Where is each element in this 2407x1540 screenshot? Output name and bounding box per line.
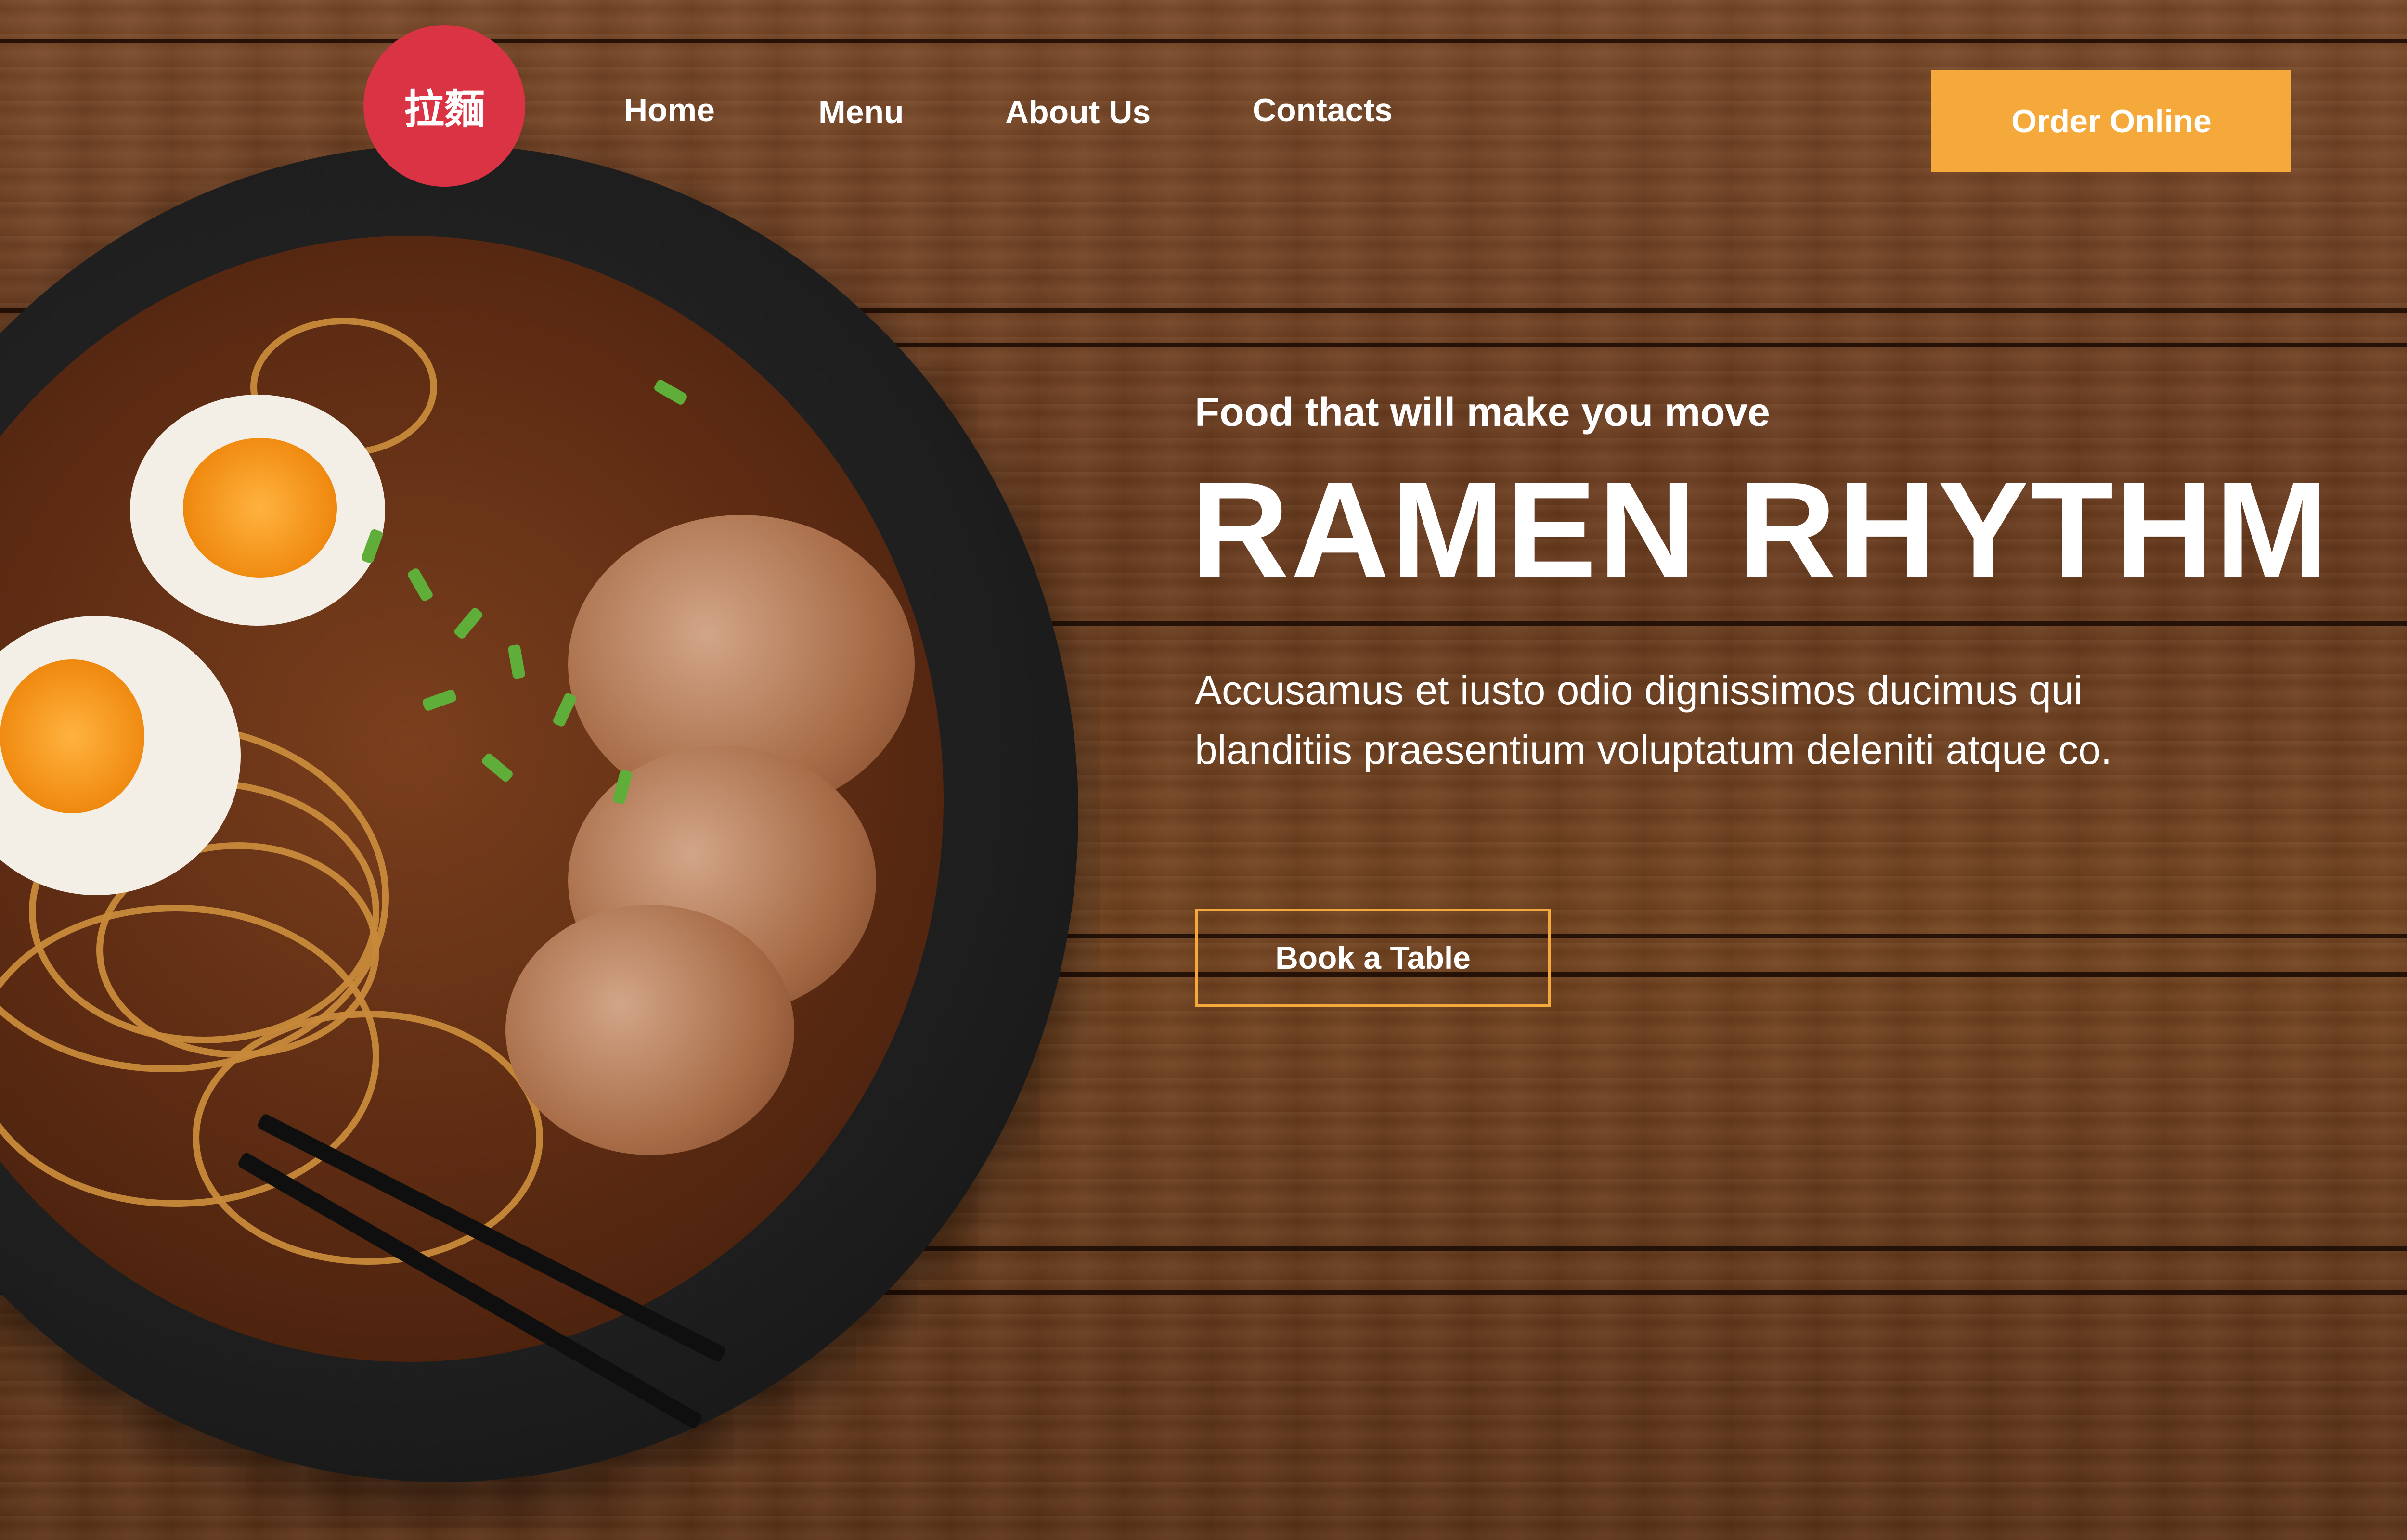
nav-item-about-us[interactable]: About Us bbox=[1005, 93, 1151, 131]
egg-yolk bbox=[0, 659, 144, 813]
nav-item-contacts[interactable]: Contacts bbox=[1253, 91, 1393, 129]
order-online-button[interactable]: Order Online bbox=[1931, 70, 2291, 172]
nav-item-menu[interactable]: Menu bbox=[818, 93, 904, 131]
soft-boiled-egg bbox=[130, 395, 385, 626]
hero-title: RAMEN RHYTHM bbox=[1191, 454, 2330, 605]
chashu-pork bbox=[505, 905, 794, 1155]
brand-logo[interactable]: 拉麵 bbox=[363, 25, 525, 187]
nav-item-home[interactable]: Home bbox=[624, 91, 715, 129]
wood-plank-seam bbox=[0, 38, 2407, 43]
egg-yolk bbox=[183, 438, 337, 578]
hero-description: Accusamus et iusto odio dignissimos duci… bbox=[1195, 667, 2112, 772]
hero-tagline: Food that will make you move bbox=[1195, 389, 1770, 435]
logo-text: 拉麵 bbox=[403, 85, 485, 133]
book-table-button[interactable]: Book a Table bbox=[1195, 909, 1551, 1007]
landing-page: 拉麵 Home Menu About Us Contacts Order Onl… bbox=[0, 0, 2407, 1540]
